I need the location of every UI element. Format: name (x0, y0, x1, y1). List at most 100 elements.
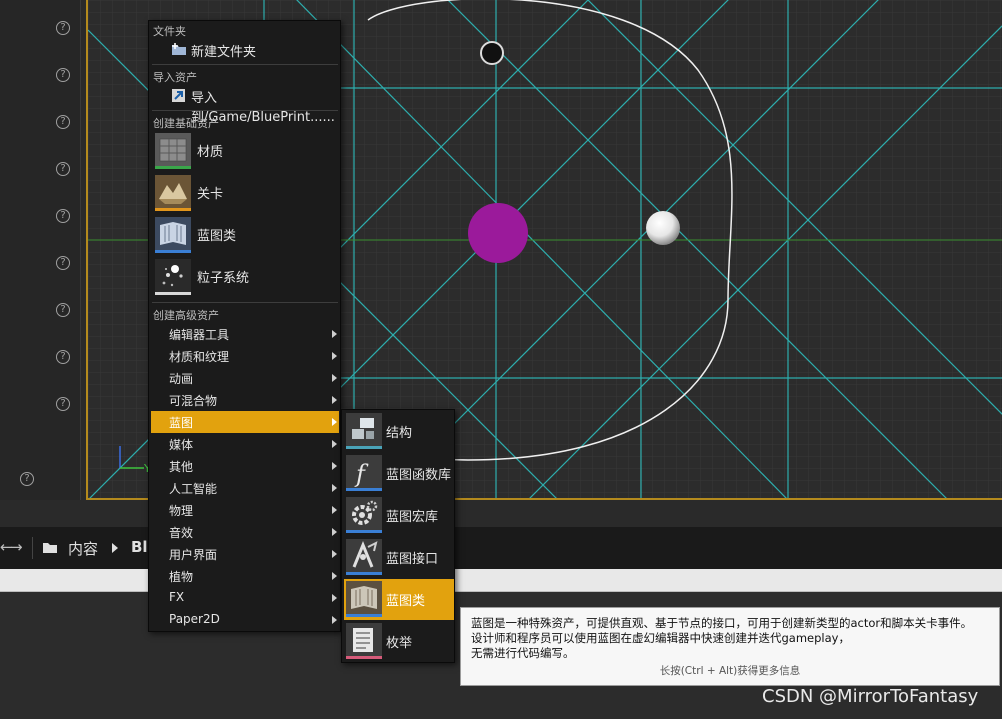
submenu-arrow-icon (332, 528, 337, 536)
help-icon[interactable]: ? (56, 68, 70, 82)
create-blueprint-class-label: 蓝图类 (197, 229, 237, 244)
menu-item-label: 材质和纹理 (169, 350, 230, 364)
submenu-arrow-icon (332, 374, 337, 382)
blueprint-class-icon (155, 217, 191, 253)
import-icon (172, 89, 185, 102)
create-level-item[interactable]: 关卡 (151, 173, 339, 213)
create-enum-label: 枚举 (386, 636, 413, 651)
section-import: 导入资产 (153, 71, 197, 84)
menu-item-fx[interactable]: FX (151, 587, 339, 609)
help-icon[interactable]: ? (56, 350, 70, 364)
menu-item-label: 植物 (169, 570, 194, 584)
level-icon (155, 175, 191, 211)
help-icon[interactable]: ? (56, 115, 70, 129)
category-color-bar (155, 166, 191, 169)
submenu-arrow-icon (332, 594, 337, 602)
create-particle-system-item[interactable]: 粒子系统 (151, 257, 339, 297)
separator (152, 302, 338, 303)
submenu-arrow-icon (332, 396, 337, 404)
category-color-bar (346, 446, 382, 449)
create-particle-system-label: 粒子系统 (197, 271, 250, 286)
white-sphere[interactable] (646, 211, 680, 245)
create-blueprint-class-item[interactable]: 蓝图类 (151, 215, 339, 255)
menu-item-user-interface[interactable]: 用户界面 (151, 543, 339, 565)
category-color-bar (155, 292, 191, 295)
submenu-arrow-icon (332, 352, 337, 360)
menu-item-label: 媒体 (169, 438, 194, 452)
menu-item-label: 音效 (169, 526, 194, 540)
menu-item-label: 人工智能 (169, 482, 218, 496)
reflection-sphere[interactable] (480, 41, 504, 65)
menu-item-paper2d[interactable]: Paper2D (151, 609, 339, 631)
create-struct-item[interactable]: 结构 (344, 411, 454, 452)
menu-item-blendables[interactable]: 可混合物 (151, 389, 339, 411)
create-blueprint-class-item[interactable]: 蓝图类 (344, 579, 454, 620)
menu-item-foliage[interactable]: 植物 (151, 565, 339, 587)
breadcrumb-arrow-icon[interactable] (112, 543, 118, 553)
menu-item-ai[interactable]: 人工智能 (151, 477, 339, 499)
new-folder-item[interactable]: 新建文件夹 (151, 38, 339, 60)
blueprint-class-icon (346, 581, 382, 617)
category-color-bar (346, 614, 382, 617)
menu-item-label: 其他 (169, 460, 194, 474)
menu-item-media[interactable]: 媒体 (151, 433, 339, 455)
create-level-label: 关卡 (197, 187, 224, 202)
menu-item-sounds[interactable]: 音效 (151, 521, 339, 543)
help-icon[interactable]: ? (56, 209, 70, 223)
material-icon (155, 133, 191, 169)
menu-item-blueprints[interactable]: 蓝图 (151, 411, 339, 433)
struct-icon (346, 413, 382, 449)
help-icon[interactable]: ? (56, 303, 70, 317)
category-color-bar (155, 250, 191, 253)
menu-item-materials-textures[interactable]: 材质和纹理 (151, 345, 339, 367)
folder-icon (43, 543, 57, 553)
import-item[interactable]: 导入到/Game/BluePrint...... (151, 84, 339, 125)
submenu-arrow-icon (332, 418, 337, 426)
purple-sphere[interactable] (468, 203, 528, 263)
function-library-icon: f (346, 455, 382, 491)
help-icon[interactable]: ? (56, 397, 70, 411)
help-icon[interactable]: ? (56, 21, 70, 35)
menu-item-miscellaneous[interactable]: 其他 (151, 455, 339, 477)
section-basic: 创建基础资产 (153, 117, 219, 130)
help-icon[interactable]: ? (56, 162, 70, 176)
menu-item-editor-tools[interactable]: 编辑器工具 (151, 323, 339, 345)
create-material-label: 材质 (197, 145, 224, 160)
new-folder-icon (172, 43, 186, 55)
create-function-library-label: 蓝图函数库 (386, 468, 452, 483)
menu-item-label: Paper2D (169, 612, 220, 626)
submenu-arrow-icon (332, 330, 337, 338)
menu-item-animation[interactable]: 动画 (151, 367, 339, 389)
menu-item-label: 用户界面 (169, 548, 218, 562)
create-interface-item[interactable]: 蓝图接口 (344, 537, 454, 578)
create-enum-item[interactable]: 枚举 (344, 621, 454, 662)
forward-button[interactable]: → (10, 538, 23, 556)
svg-text:f: f (354, 460, 369, 488)
section-folder: 文件夹 (153, 25, 186, 38)
menu-item-label: 动画 (169, 372, 194, 386)
help-icon[interactable]: ? (20, 472, 34, 486)
create-function-library-item[interactable]: f 蓝图函数库 (344, 453, 454, 494)
menu-item-label: 物理 (169, 504, 194, 518)
watermark: CSDN @MirrorToFantasy (762, 686, 979, 707)
tooltip: 蓝图是一种特殊资产，可提供直观、基于节点的接口，可用于创建新类型的actor和脚… (460, 607, 1000, 686)
enum-icon (346, 623, 382, 659)
left-panel: ? ? ? ? ? ? ? ? ? ? (0, 0, 81, 500)
particle-system-icon (155, 259, 191, 295)
breadcrumb-content[interactable]: 内容 (68, 538, 98, 559)
blueprint-submenu: 结构 f 蓝图函数库 蓝图宏库 蓝图接口 蓝图类 枚举 (341, 409, 455, 663)
help-icon[interactable]: ? (56, 256, 70, 270)
divider (32, 537, 33, 559)
tooltip-description: 蓝图是一种特殊资产，可提供直观、基于节点的接口，可用于创建新类型的actor和脚… (471, 616, 973, 660)
new-folder-label: 新建文件夹 (191, 45, 257, 60)
menu-item-label: 编辑器工具 (169, 328, 230, 342)
macro-library-icon (346, 497, 382, 533)
create-macro-library-item[interactable]: 蓝图宏库 (344, 495, 454, 536)
menu-item-label: FX (169, 590, 185, 604)
tooltip-hint: 长按(Ctrl + Alt)获得更多信息 (659, 665, 801, 677)
create-material-item[interactable]: 材质 (151, 131, 339, 171)
interface-icon (346, 539, 382, 575)
submenu-arrow-icon (332, 572, 337, 580)
menu-item-physics[interactable]: 物理 (151, 499, 339, 521)
create-struct-label: 结构 (386, 426, 413, 441)
